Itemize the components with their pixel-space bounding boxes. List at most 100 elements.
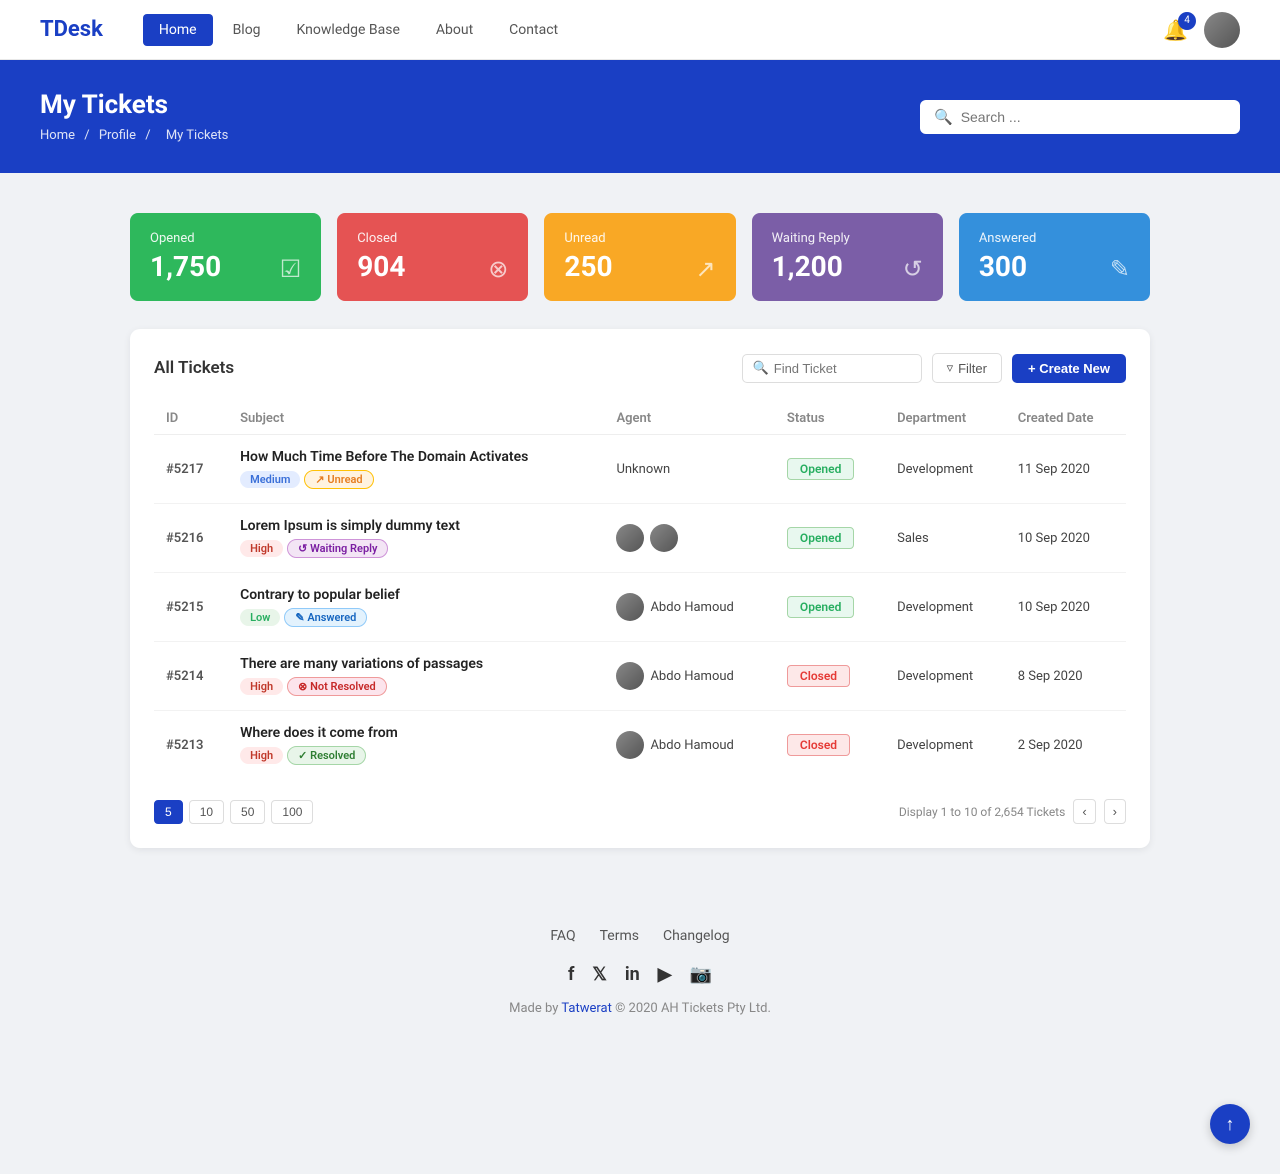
- ticket-status: Opened: [775, 504, 885, 573]
- brand-logo[interactable]: TDesk: [40, 17, 103, 42]
- status-badge: Opened: [787, 458, 854, 480]
- youtube-icon[interactable]: ▶: [658, 964, 672, 985]
- agent-name: Abdo Hamoud: [650, 600, 733, 615]
- table-row[interactable]: #5217How Much Time Before The Domain Act…: [154, 435, 1126, 504]
- ticket-agent: Unknown: [604, 435, 774, 504]
- ticket-agent: [604, 504, 774, 573]
- find-ticket-input[interactable]: [774, 361, 911, 376]
- stat-unread-value: 250: [564, 250, 612, 283]
- user-avatar[interactable]: [1204, 12, 1240, 48]
- page-size-5[interactable]: 5: [154, 800, 183, 824]
- ticket-date: 10 Sep 2020: [1006, 573, 1126, 642]
- nav-links: Home Blog Knowledge Base About Contact: [143, 14, 1163, 46]
- stat-opened-icon: ☑: [280, 255, 302, 283]
- twitter-icon[interactable]: 𝕏: [592, 964, 607, 985]
- stat-opened[interactable]: Opened 1,750 ☑: [130, 213, 321, 301]
- ticket-subject-cell: Lorem Ipsum is simply dummy textHigh↺ Wa…: [228, 504, 604, 573]
- back-to-top-button[interactable]: ↑: [1210, 1104, 1250, 1144]
- nav-knowledge[interactable]: Knowledge Base: [281, 14, 416, 46]
- find-ticket-box: 🔍: [742, 354, 922, 383]
- tickets-actions: 🔍 ▿ Filter + Create New: [742, 353, 1126, 383]
- breadcrumb-home[interactable]: Home: [40, 128, 75, 143]
- breadcrumb-profile[interactable]: Profile: [99, 128, 139, 143]
- search-icon: 🔍: [934, 108, 953, 126]
- agent-avatar: [616, 593, 644, 621]
- stat-answered[interactable]: Answered 300 ✎: [959, 213, 1150, 301]
- page-size-10[interactable]: 10: [189, 800, 224, 824]
- footer-brand-link[interactable]: Tatwerat: [561, 1001, 612, 1016]
- footer-changelog[interactable]: Changelog: [663, 928, 730, 944]
- table-row[interactable]: #5215Contrary to popular beliefLow✎ Answ…: [154, 573, 1126, 642]
- footer-faq[interactable]: FAQ: [550, 928, 575, 944]
- find-ticket-icon: 🔍: [753, 361, 769, 376]
- tickets-table: ID Subject Agent Status Department Creat…: [154, 403, 1126, 779]
- stat-waiting[interactable]: Waiting Reply 1,200 ↺: [752, 213, 943, 301]
- col-agent: Agent: [604, 403, 774, 435]
- ticket-tag-waiting: ↺ Waiting Reply: [287, 539, 388, 558]
- col-date: Created Date: [1006, 403, 1126, 435]
- prev-page-button[interactable]: ‹: [1073, 799, 1095, 824]
- ticket-department: Development: [885, 711, 1006, 780]
- breadcrumb: Home / Profile / My Tickets: [40, 128, 234, 143]
- stat-closed-label: Closed: [357, 231, 405, 246]
- stat-closed[interactable]: Closed 904 ⊗: [337, 213, 528, 301]
- ticket-department: Sales: [885, 504, 1006, 573]
- table-row[interactable]: #5216Lorem Ipsum is simply dummy textHig…: [154, 504, 1126, 573]
- notification-bell[interactable]: 🔔 4: [1163, 18, 1188, 42]
- ticket-agent: Abdo Hamoud: [604, 711, 774, 780]
- agent-name: Unknown: [616, 462, 670, 477]
- ticket-department: Development: [885, 573, 1006, 642]
- agent-avatar: [616, 662, 644, 690]
- stat-unread[interactable]: Unread 250 ↗: [544, 213, 735, 301]
- facebook-icon[interactable]: f: [568, 964, 574, 985]
- ticket-tag-high: High: [240, 678, 283, 695]
- linkedin-icon[interactable]: in: [625, 964, 640, 985]
- ticket-department: Development: [885, 435, 1006, 504]
- social-icons: f 𝕏 in ▶ 📷: [20, 964, 1260, 985]
- ticket-tag-notresolved: ⊗ Not Resolved: [287, 677, 387, 696]
- tickets-title: All Tickets: [154, 358, 234, 378]
- page-size-100[interactable]: 100: [271, 800, 313, 824]
- footer-terms[interactable]: Terms: [600, 928, 639, 944]
- tickets-header: All Tickets 🔍 ▿ Filter + Create New: [154, 353, 1126, 383]
- ticket-tag-high: High: [240, 540, 283, 557]
- stat-waiting-value: 1,200: [772, 250, 850, 283]
- agent-avatar: [616, 524, 644, 552]
- footer-links: FAQ Terms Changelog: [20, 928, 1260, 944]
- ticket-agent: Abdo Hamoud: [604, 573, 774, 642]
- nav-home[interactable]: Home: [143, 14, 213, 46]
- ticket-id: #5213: [154, 711, 228, 780]
- nav-blog[interactable]: Blog: [217, 14, 277, 46]
- next-page-button[interactable]: ›: [1104, 799, 1126, 824]
- filter-icon: ▿: [947, 360, 954, 376]
- agent-name: Abdo Hamoud: [650, 669, 733, 684]
- stat-unread-label: Unread: [564, 231, 612, 246]
- stat-opened-label: Opened: [150, 231, 221, 246]
- stat-waiting-icon: ↺: [903, 255, 923, 283]
- hero-banner: My Tickets Home / Profile / My Tickets 🔍: [0, 60, 1280, 173]
- table-row[interactable]: #5214There are many variations of passag…: [154, 642, 1126, 711]
- ticket-tag-answered: ✎ Answered: [284, 608, 367, 627]
- hero-search-box: 🔍: [920, 100, 1240, 134]
- nav-about[interactable]: About: [420, 14, 489, 46]
- nav-contact[interactable]: Contact: [493, 14, 574, 46]
- ticket-id: #5217: [154, 435, 228, 504]
- create-ticket-button[interactable]: + Create New: [1012, 354, 1126, 383]
- navbar: TDesk Home Blog Knowledge Base About Con…: [0, 0, 1280, 60]
- filter-button[interactable]: ▿ Filter: [932, 353, 1002, 383]
- col-subject: Subject: [228, 403, 604, 435]
- instagram-icon[interactable]: 📷: [690, 964, 712, 985]
- stat-opened-value: 1,750: [150, 250, 221, 283]
- ticket-subject-cell: Where does it come fromHigh✓ Resolved: [228, 711, 604, 780]
- table-row[interactable]: #5213Where does it come fromHigh✓ Resolv…: [154, 711, 1126, 780]
- search-input[interactable]: [961, 109, 1226, 125]
- page-size-50[interactable]: 50: [230, 800, 265, 824]
- agent-avatar: [650, 524, 678, 552]
- stat-cards: Opened 1,750 ☑ Closed 904 ⊗ Unread 250 ↗…: [130, 213, 1150, 301]
- ticket-subject: Where does it come from: [240, 725, 592, 741]
- stat-answered-value: 300: [979, 250, 1037, 283]
- hero-left: My Tickets Home / Profile / My Tickets: [40, 90, 234, 143]
- ticket-subject: There are many variations of passages: [240, 656, 592, 672]
- status-badge: Opened: [787, 527, 854, 549]
- page-sizes: 5 10 50 100: [154, 800, 313, 824]
